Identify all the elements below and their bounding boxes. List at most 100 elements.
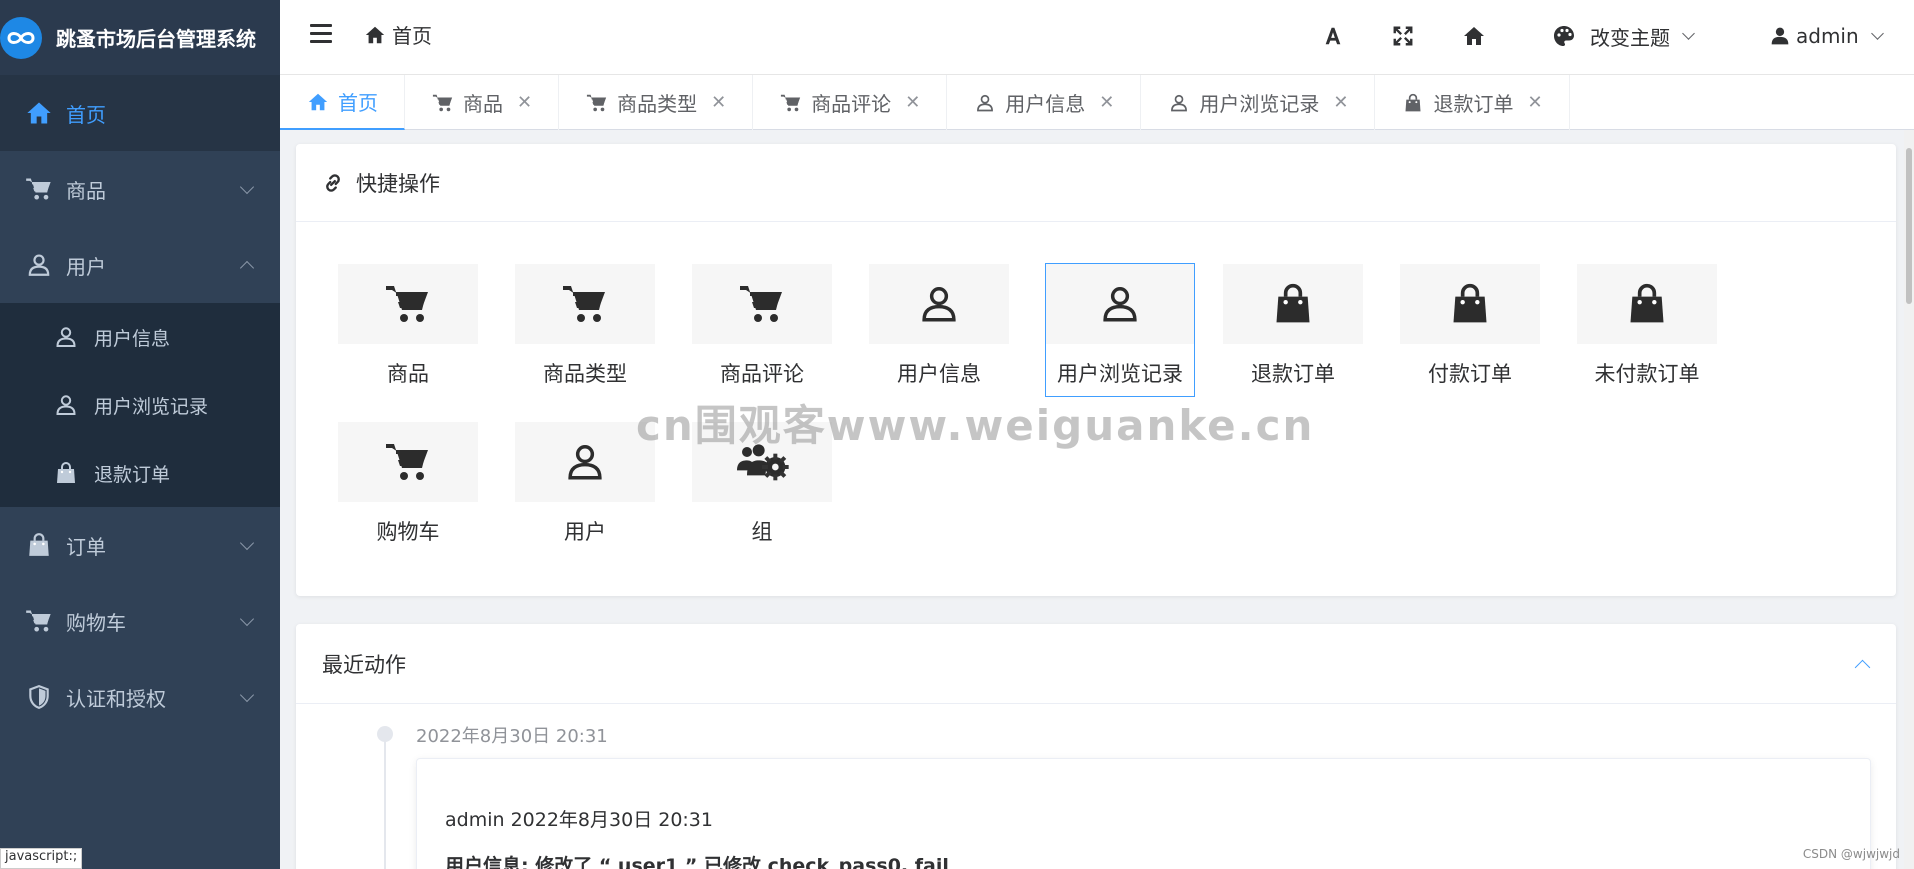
chevron-down-icon [239, 535, 255, 551]
top-header: 首页 改变主题 admin [280, 0, 1914, 75]
cart-icon [24, 606, 54, 636]
fullscreen-icon [1393, 26, 1413, 46]
quick-action-user-info[interactable]: 用户信息 [869, 264, 1009, 396]
palette-icon [1554, 26, 1574, 46]
quick-action-goods-comment[interactable]: 商品评论 [692, 264, 832, 396]
close-icon[interactable]: ✕ [1333, 92, 1348, 113]
user-icon [564, 441, 606, 483]
sidebar-item-auth[interactable]: 认证和授权 [0, 659, 280, 735]
timeline-dot [377, 726, 393, 742]
chevron-down-icon [239, 179, 255, 195]
recent-actions-card: 最近动作 2022年8月30日 20:31 admin 2022年8月30日 2… [296, 624, 1896, 869]
breadcrumb-item[interactable]: 首页 [392, 20, 432, 49]
shield-icon [24, 682, 54, 712]
sidebar-item-orders[interactable]: 订单 [0, 507, 280, 583]
sidebar-item-home[interactable]: 首页 [0, 75, 280, 151]
sidebar-item-label: 商品 [66, 178, 106, 203]
sidebar-item-user-info[interactable]: 用户信息 [0, 303, 280, 371]
card-header[interactable]: 最近动作 [296, 624, 1896, 704]
timeline-entry-card: admin 2022年8月30日 20:31 用户信息: 修改了 “ user1… [416, 758, 1871, 869]
tab-label: 首页 [338, 91, 378, 115]
user-icon [973, 91, 997, 115]
quick-action-refund-orders[interactable]: 退款订单 [1223, 264, 1363, 396]
fullscreen-button[interactable] [1392, 20, 1414, 52]
sidebar-submenu-user: 用户信息 用户浏览记录 退款订单 [0, 303, 280, 507]
entry-description: 用户信息: 修改了 “ user1 ” 已修改 check_pass0, fai… [445, 855, 949, 869]
quick-action-user[interactable]: 用户 [515, 422, 655, 554]
font-size-icon [1325, 27, 1341, 45]
tab-label: 商品 [463, 92, 503, 116]
chevron-down-icon [1682, 26, 1695, 40]
quick-action-unpaid-orders[interactable]: 未付款订单 [1577, 264, 1717, 396]
close-icon[interactable]: ✕ [711, 92, 726, 113]
quick-action-label: 组 [751, 520, 773, 544]
app-logo-bar[interactable]: 跳蚤市场后台管理系统 [0, 0, 280, 75]
close-icon[interactable]: ✕ [517, 92, 532, 113]
tab-label: 用户浏览记录 [1199, 92, 1320, 116]
quick-action-label: 商品评论 [720, 362, 804, 386]
quick-action-label: 退款订单 [1251, 362, 1335, 386]
tab-label: 退款订单 [1433, 92, 1514, 116]
quick-action-goods[interactable]: 商品 [338, 264, 478, 396]
page-scrollbar[interactable] [1904, 130, 1914, 869]
breadcrumb: 首页 [364, 20, 432, 49]
card-title: 最近动作 [322, 652, 406, 677]
home-button[interactable] [1462, 20, 1486, 52]
home-icon [1462, 24, 1486, 48]
sidebar-item-label: 认证和授权 [66, 686, 166, 711]
close-icon[interactable]: ✕ [905, 92, 920, 113]
user-icon [918, 283, 960, 325]
chevron-down-icon [239, 611, 255, 627]
sidebar: 跳蚤市场后台管理系统 首页 商品 用户 用户信息 用户浏览记录 退款订单 订单 [0, 0, 280, 869]
app-logo-icon [0, 16, 42, 59]
quick-action-cart[interactable]: 购物车 [338, 422, 478, 554]
close-icon[interactable]: ✕ [1527, 92, 1542, 113]
user-solid-icon [1771, 27, 1789, 45]
tags-view-bar: 首页 商品 ✕ 商品类型 ✕ 商品评论 ✕ 用户信息 ✕ 用户浏览记录 ✕ 退款… [280, 75, 1914, 130]
tab-goods[interactable]: 商品 ✕ [405, 75, 560, 130]
quick-action-label: 商品 [387, 362, 429, 386]
sidebar-item-user[interactable]: 用户 [0, 227, 280, 303]
chevron-up-icon [239, 260, 255, 276]
timeline-line [384, 734, 386, 869]
sidebar-item-label: 首页 [66, 102, 106, 127]
home-icon [24, 98, 54, 128]
sidebar-item-cart[interactable]: 购物车 [0, 583, 280, 659]
timeline-timestamp: 2022年8月30日 20:31 [416, 726, 608, 747]
credit-text: CSDN @wjwjwjd [1802, 847, 1900, 861]
tab-refund-orders[interactable]: 退款订单 ✕ [1375, 75, 1570, 130]
sidebar-item-label: 购物车 [66, 610, 126, 635]
quick-action-label: 购物车 [376, 520, 440, 544]
watermark: cn围观客www.weiguanke.cn [636, 401, 1315, 450]
tab-goods-type[interactable]: 商品类型 ✕ [559, 75, 754, 130]
tab-goods-comment[interactable]: 商品评论 ✕ [753, 75, 948, 130]
sidebar-item-label: 退款订单 [94, 463, 171, 486]
tab-user-history[interactable]: 用户浏览记录 ✕ [1141, 75, 1376, 130]
quick-action-user-history[interactable]: 用户浏览记录 [1045, 263, 1195, 397]
quick-action-paid-orders[interactable]: 付款订单 [1400, 264, 1540, 396]
cart-icon [779, 91, 803, 115]
close-icon[interactable]: ✕ [1099, 92, 1114, 113]
theme-label: 改变主题 [1590, 25, 1670, 50]
user-icon [1167, 91, 1191, 115]
font-size-button[interactable] [1322, 20, 1344, 52]
entry-author-time: admin 2022年8月30日 20:31 [445, 809, 713, 831]
chevron-up-icon[interactable] [1854, 659, 1871, 676]
bag-icon [52, 459, 80, 487]
user-dropdown[interactable]: admin [1770, 20, 1884, 52]
cart-icon [384, 280, 432, 328]
scrollbar-thumb[interactable] [1906, 148, 1912, 304]
cart-icon [738, 280, 786, 328]
sidebar-item-refund-orders[interactable]: 退款订单 [0, 439, 280, 507]
tab-user-info[interactable]: 用户信息 ✕ [947, 75, 1142, 130]
sidebar-item-user-history[interactable]: 用户浏览记录 [0, 371, 280, 439]
hamburger-menu-icon[interactable] [310, 24, 332, 46]
theme-dropdown[interactable]: 改变主题 [1552, 20, 1695, 52]
cart-icon [561, 280, 609, 328]
tab-home[interactable]: 首页 [280, 75, 405, 130]
quick-action-goods-type[interactable]: 商品类型 [515, 264, 655, 396]
cart-icon [431, 91, 455, 115]
link-icon [322, 172, 344, 194]
quick-action-label: 付款订单 [1428, 362, 1512, 386]
sidebar-item-goods[interactable]: 商品 [0, 151, 280, 227]
